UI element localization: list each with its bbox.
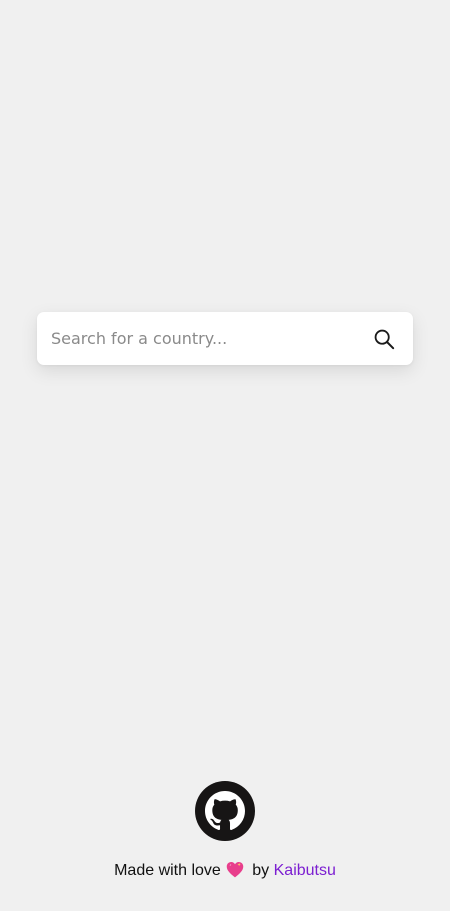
github-link[interactable] xyxy=(195,781,255,841)
search-button[interactable] xyxy=(370,325,398,353)
made-with-love-text: Made with love xyxy=(114,862,221,879)
footer-credit: Made with love by Kaibutsu xyxy=(0,860,450,885)
heart-icon xyxy=(226,861,244,885)
by-text: by xyxy=(252,862,270,879)
search-box xyxy=(37,312,413,365)
author-link[interactable]: Kaibutsu xyxy=(274,862,336,879)
search-input[interactable] xyxy=(51,312,351,365)
search-icon xyxy=(374,329,395,350)
github-icon xyxy=(205,791,245,831)
